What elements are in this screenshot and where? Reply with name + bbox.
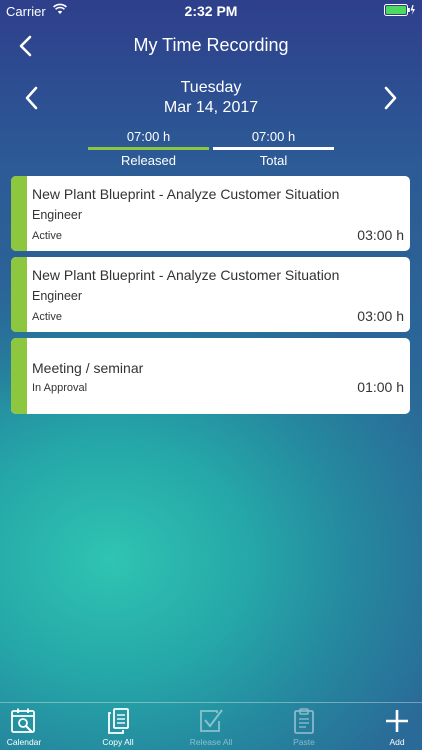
time-entry-card[interactable]: New Plant Blueprint - Analyze Customer S…	[11, 257, 410, 332]
page-title: My Time Recording	[133, 35, 289, 55]
total-label: Total	[259, 153, 288, 168]
check-box-icon	[200, 709, 223, 732]
calendar-label: Calendar	[6, 737, 42, 747]
release-all-button[interactable]: Release All	[171, 707, 251, 747]
calendar-button[interactable]: Calendar	[0, 707, 64, 747]
time-entry-card[interactable]: New Plant Blueprint - Analyze Customer S…	[11, 176, 410, 251]
add-label: Add	[389, 737, 405, 747]
entry-status: Active	[32, 230, 62, 242]
weekday-label: Tuesday	[180, 79, 242, 96]
status-accent-bar	[11, 338, 27, 414]
clipboard-icon	[294, 708, 314, 734]
calendar-search-icon	[11, 708, 35, 733]
released-hours: 07:00 h	[126, 129, 171, 144]
released-summary: 07:00 h Released	[88, 128, 209, 168]
entry-status: In Approval	[32, 382, 88, 394]
entry-duration: 03:00 h	[357, 227, 404, 243]
copy-all-label: Copy All	[102, 737, 134, 747]
chevron-right-icon	[384, 86, 397, 110]
released-bar	[88, 147, 209, 150]
date-header: Tuesday Mar 14, 2017	[0, 76, 422, 126]
total-bar	[213, 147, 334, 150]
clock-time: 2:32 PM	[184, 3, 238, 19]
paste-button[interactable]: Paste	[264, 707, 344, 747]
release-all-label: Release All	[189, 737, 233, 747]
released-label: Released	[121, 153, 176, 168]
entry-duration: 01:00 h	[357, 379, 404, 395]
entry-role: Engineer	[32, 208, 83, 222]
copy-all-button[interactable]: Copy All	[78, 707, 158, 747]
bottom-toolbar: Calendar Copy All Release All Paste Add	[0, 702, 422, 750]
add-button[interactable]: Add	[357, 707, 422, 747]
entry-title: Meeting / seminar	[32, 360, 144, 376]
next-day-button[interactable]	[378, 84, 402, 112]
hours-summary: 07:00 h Released 07:00 h Total	[88, 128, 334, 168]
navigation-bar: My Time Recording	[0, 26, 422, 66]
copy-icon	[108, 708, 129, 734]
paste-label: Paste	[293, 737, 315, 747]
status-accent-bar	[11, 257, 27, 332]
date-label: Mar 14, 2017	[163, 99, 259, 116]
battery-icon	[384, 4, 416, 19]
total-hours: 07:00 h	[251, 129, 296, 144]
plus-icon	[386, 710, 408, 732]
entry-role: Engineer	[32, 289, 83, 303]
time-entry-card[interactable]: Meeting / seminar In Approval 01:00 h	[11, 338, 410, 414]
entry-title: New Plant Blueprint - Analyze Customer S…	[32, 267, 340, 283]
entry-title: New Plant Blueprint - Analyze Customer S…	[32, 186, 340, 202]
entry-status: Active	[32, 311, 62, 323]
total-summary: 07:00 h Total	[213, 128, 334, 168]
status-accent-bar	[11, 176, 27, 251]
entry-duration: 03:00 h	[357, 308, 404, 324]
status-bar: Carrier 2:32 PM	[0, 0, 422, 22]
